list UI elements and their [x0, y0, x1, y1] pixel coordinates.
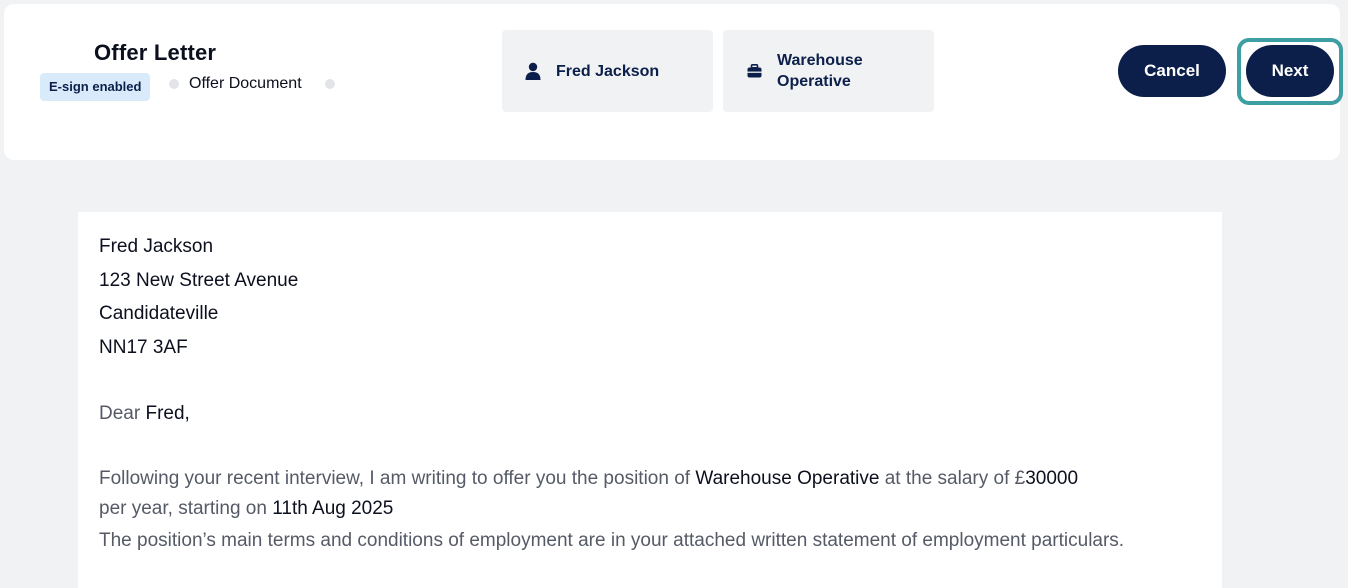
next-button[interactable]: Next	[1246, 45, 1334, 97]
person-icon	[524, 61, 542, 81]
page-title: Offer Letter	[94, 40, 217, 65]
address-block: Fred Jackson 123 New Street Avenue Candi…	[99, 230, 1199, 364]
offer-document: Fred Jackson 123 New Street Avenue Candi…	[78, 212, 1222, 588]
start-date-value: 11th Aug 2025	[272, 497, 394, 519]
offer-paragraph: Following your recent interview, I am wr…	[99, 468, 1079, 519]
address-line: Fred Jackson	[99, 236, 214, 257]
breadcrumb-dot	[325, 79, 335, 89]
salary-value: 30000	[1025, 468, 1079, 490]
greeting-name: Fred,	[145, 403, 190, 425]
candidate-name: Fred Jackson	[556, 62, 660, 80]
cancel-button[interactable]: Cancel	[1118, 45, 1226, 97]
breadcrumb-dot	[169, 79, 179, 89]
breadcrumb: Offer Document	[189, 75, 302, 92]
esign-badge: E-sign enabled	[40, 73, 151, 101]
briefcase-icon	[745, 61, 763, 81]
position-title: Warehouse Operative	[777, 52, 863, 90]
address-line: NN17 3AF	[99, 336, 188, 358]
address-line: Candidateville	[99, 303, 219, 325]
terms-paragraph: The position’s main terms and conditions…	[99, 530, 1125, 552]
letter-body: Fred Jackson 123 New Street Avenue Candi…	[99, 230, 1199, 556]
position-value: Warehouse Operative	[695, 468, 880, 490]
next-button-focus-ring: Next	[1237, 38, 1343, 105]
candidate-card[interactable]: Fred Jackson	[502, 30, 713, 112]
position-card[interactable]: Warehouse Operative	[723, 30, 934, 112]
greeting: Dear Fred,	[99, 403, 190, 425]
address-line: 123 New Street Avenue	[99, 269, 299, 291]
